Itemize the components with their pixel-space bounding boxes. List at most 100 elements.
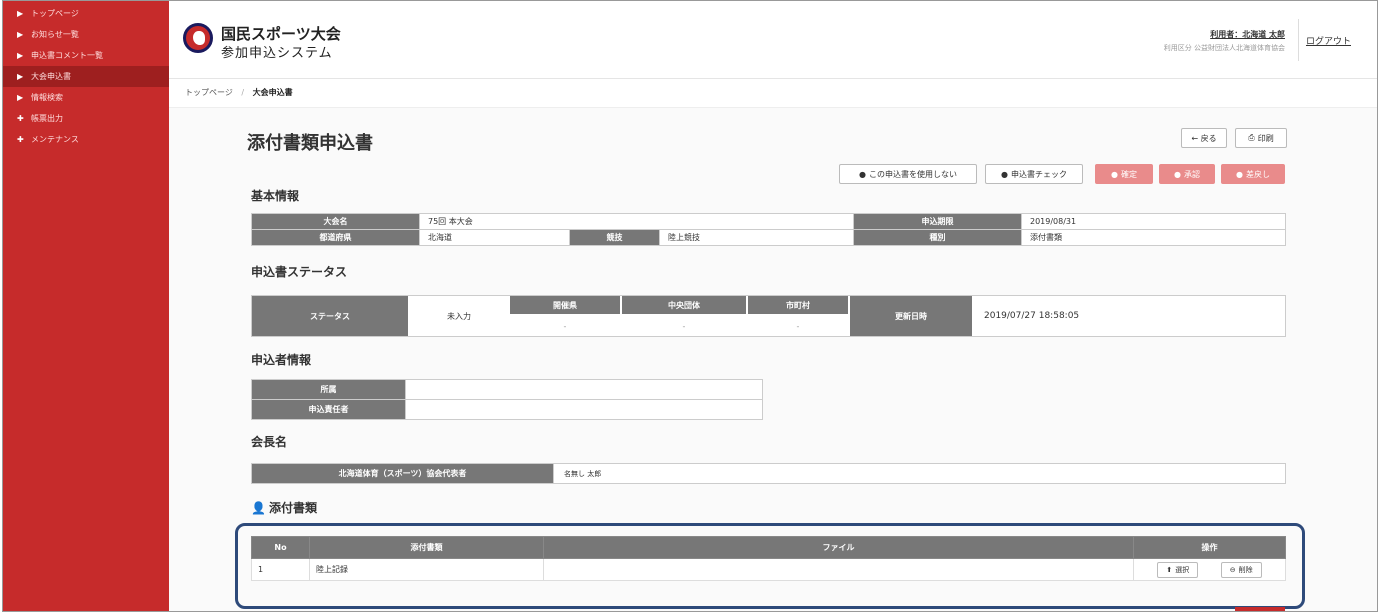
sidebar-item-applications[interactable]: ▶ 大会申込書 (3, 66, 169, 87)
value-responsible (405, 399, 763, 420)
partial-red-button[interactable] (1235, 607, 1285, 611)
user-name[interactable]: 利用者：北海道 太郎 (1210, 29, 1285, 40)
label-chuo: 中央団体 (622, 296, 746, 314)
minus-circle-icon: ⊖ (1229, 565, 1236, 574)
check-circle-icon: ● (1111, 169, 1118, 179)
logo-icon (183, 23, 213, 53)
value-type: 添付書類 (1021, 229, 1286, 246)
value-deadline: 2019/08/31 (1021, 213, 1286, 230)
check-circle-icon: ● (1001, 169, 1008, 179)
label-responsible: 申込責任者 (251, 399, 406, 420)
sidebar-item-label: 情報検索 (31, 93, 63, 102)
section-title-basic: 基本情報 (251, 189, 300, 203)
sidebar-item-label: 大会申込書 (31, 72, 71, 81)
return-button[interactable]: ● 差戻し (1221, 164, 1285, 184)
chevron-right-icon: ▶ (17, 72, 24, 81)
not-use-button[interactable]: ● この申込書を使用しない (839, 164, 977, 184)
check-circle-icon: ● (1236, 169, 1243, 179)
logout-link[interactable]: ログアウト (1306, 34, 1351, 47)
chevron-right-icon: ▶ (17, 51, 24, 60)
label-kaisai: 開催県 (510, 296, 620, 314)
sidebar-item-label: 申込書コメント一覧 (31, 51, 103, 60)
sidebar-item-label: メンテナンス (31, 135, 79, 144)
delete-label: 削除 (1238, 565, 1253, 574)
chevron-right-icon: ▶ (17, 9, 24, 18)
label-sport: 競技 (569, 229, 660, 246)
page-title: 添付書類申込書 (247, 133, 373, 154)
sidebar-item-search[interactable]: ▶ 情報検索 (3, 87, 169, 108)
value-chairman: 名無し 太郎 (553, 463, 1286, 484)
value-pref: 北海道 (419, 229, 570, 246)
user-division: 利用区分 公益財団法人北海道体育協会 (1163, 44, 1285, 52)
sidebar-item-reports[interactable]: ✚ 帳票出力 (3, 108, 169, 129)
return-label: 差戻し (1245, 169, 1270, 179)
app-frame: ▶ トップページ ▶ お知らせ一覧 ▶ 申込書コメント一覧 ▶ 大会申込書 ▶ 情報検索 … (2, 0, 1378, 612)
label-city: 市町村 (748, 296, 848, 314)
brand-title: 国民スポーツ大会 (221, 25, 341, 43)
sidebar-item-label: 帳票出力 (31, 114, 63, 123)
select-label: 選択 (1175, 565, 1190, 574)
user-icon: 👤 (251, 501, 266, 515)
header: 国民スポーツ大会 参加申込システム 利用者：北海道 太郎 利用区分 公益財団法人… (169, 1, 1377, 79)
sidebar-item-label: お知らせ一覧 (31, 30, 79, 39)
value-city: - (796, 321, 800, 331)
back-button[interactable]: ← 戻る (1181, 128, 1227, 148)
plus-icon: ✚ (17, 114, 24, 123)
confirm-button[interactable]: ● 確定 (1095, 164, 1153, 184)
row-no: 1 (251, 558, 310, 581)
approve-button[interactable]: ● 承認 (1159, 164, 1215, 184)
breadcrumb: トップページ / 大会申込書 (185, 87, 293, 98)
printer-icon: ⎙ (1248, 133, 1255, 142)
chevron-right-icon: ▶ (17, 93, 24, 102)
print-button[interactable]: ⎙ 印刷 (1235, 128, 1287, 148)
value-chuo: - (682, 321, 686, 331)
attachments-table: No 添付書類 ファイル 操作 1 陸上記録 ⬆ 選択 ⊖ 削除 (251, 536, 1286, 581)
value-sport: 陸上競技 (659, 229, 854, 246)
value-updated: 2019/07/27 18:58:05 (984, 311, 1080, 321)
label-chairman: 北海道体育（スポーツ）協会代表者 (251, 463, 554, 484)
header-divider (1298, 19, 1299, 61)
breadcrumb-current: 大会申込書 (252, 88, 293, 97)
label-status: ステータス (252, 296, 408, 336)
label-affiliation: 所属 (251, 379, 406, 400)
col-no: No (251, 536, 310, 559)
applicant-table: 所属 申込責任者 (251, 379, 763, 420)
label-type: 種別 (853, 229, 1022, 246)
sidebar: ▶ トップページ ▶ お知らせ一覧 ▶ 申込書コメント一覧 ▶ 大会申込書 ▶ 情報検索 … (3, 1, 169, 611)
check-button[interactable]: ● 申込書チェック (985, 164, 1083, 184)
sidebar-item-news[interactable]: ▶ お知らせ一覧 (3, 24, 169, 45)
status-table: ステータス 未入力 開催県 - 中央団体 - 市町村 - 更新日時 2019/0… (251, 295, 1286, 337)
sidebar-item-label: トップページ (31, 9, 79, 18)
section-title-attachments: 👤 添付書類 (251, 499, 317, 516)
value-taikai: 75回 本大会 (419, 213, 854, 230)
chevron-right-icon: ▶ (17, 30, 24, 39)
label-taikai: 大会名 (251, 213, 420, 230)
section-title-chairman: 会長名 (251, 435, 288, 449)
section-title-applicant: 申込者情報 (251, 353, 312, 367)
approve-label: 承認 (1183, 169, 1200, 179)
print-label: 印刷 (1257, 133, 1274, 143)
row-operations: ⬆ 選択 ⊖ 削除 (1133, 558, 1286, 581)
sidebar-item-maintenance[interactable]: ✚ メンテナンス (3, 129, 169, 150)
label-pref: 都道府県 (251, 229, 420, 246)
value-affiliation (405, 379, 763, 400)
table-row: 1 陸上記録 ⬆ 選択 ⊖ 削除 (251, 558, 1286, 581)
section-title-status: 申込書ステータス (251, 265, 348, 279)
check-circle-icon: ● (1174, 169, 1181, 179)
sidebar-item-comments[interactable]: ▶ 申込書コメント一覧 (3, 45, 169, 66)
col-file: ファイル (543, 536, 1134, 559)
attachments-title: 添付書類 (268, 501, 317, 515)
value-status: 未入力 (447, 311, 471, 321)
upload-icon: ⬆ (1166, 565, 1173, 574)
value-kaisai: - (563, 321, 567, 331)
breadcrumb-home[interactable]: トップページ (185, 88, 233, 97)
sidebar-item-top[interactable]: ▶ トップページ (3, 3, 169, 24)
check-circle-icon: ● (859, 169, 866, 179)
confirm-label: 確定 (1120, 169, 1137, 179)
select-file-button[interactable]: ⬆ 選択 (1157, 561, 1199, 578)
row-file (543, 558, 1134, 581)
chairman-table: 北海道体育（スポーツ）協会代表者 名無し 太郎 (251, 463, 1286, 484)
delete-file-button[interactable]: ⊖ 削除 (1220, 561, 1262, 578)
not-use-label: この申込書を使用しない (868, 169, 957, 179)
col-document: 添付書類 (309, 536, 544, 559)
